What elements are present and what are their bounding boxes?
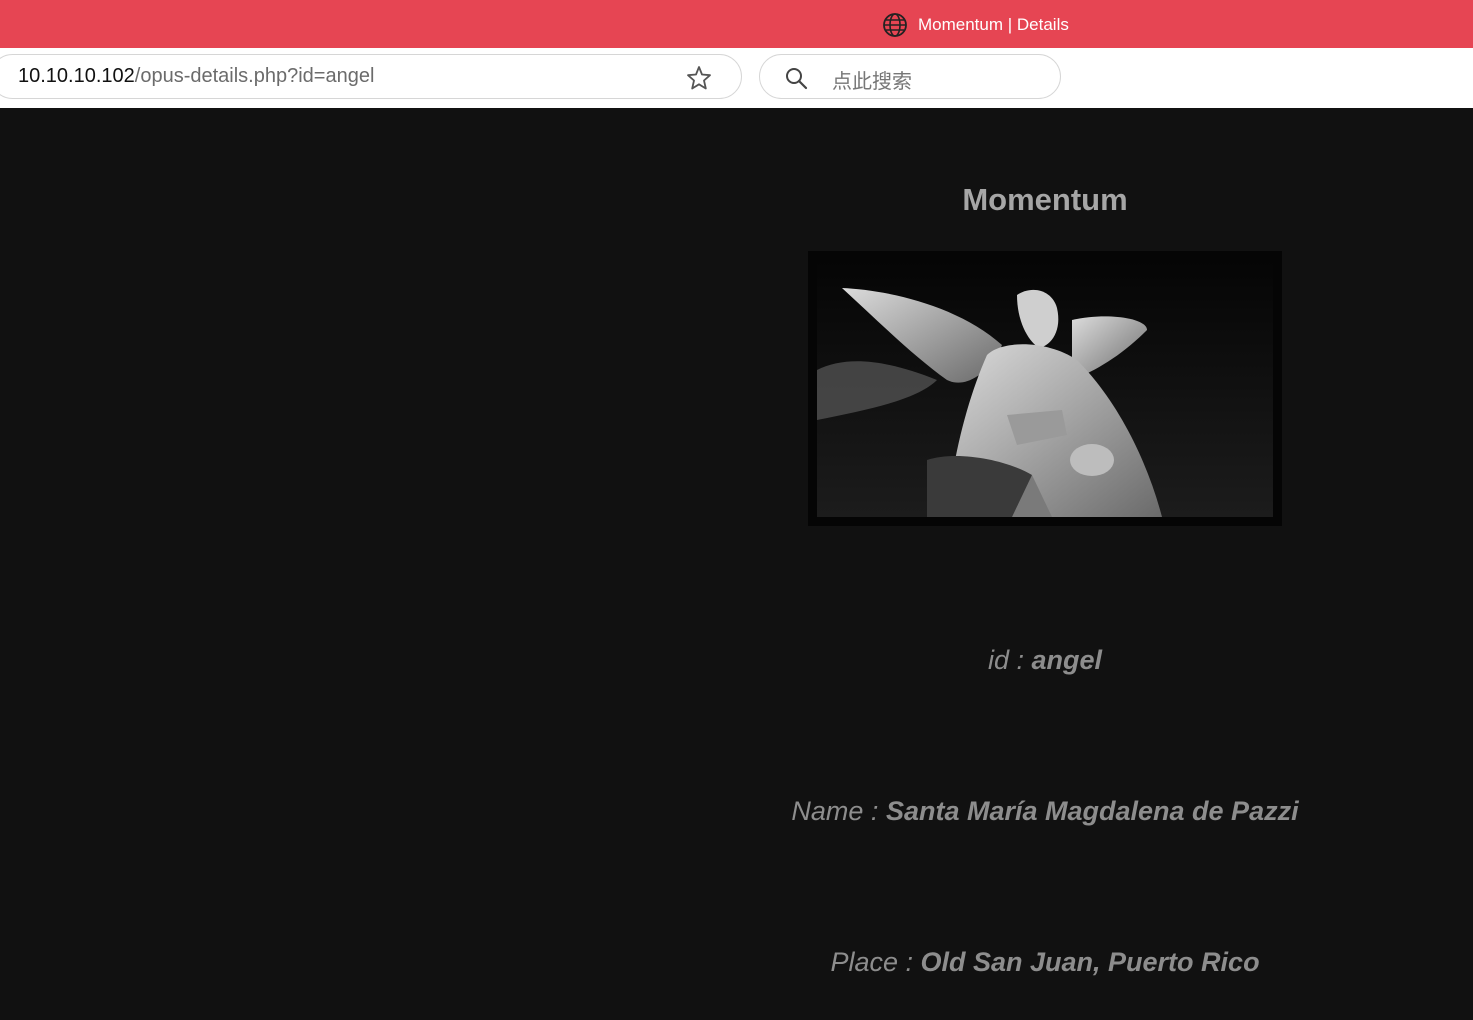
tab-title-text: Momentum | Details (918, 15, 1069, 34)
detail-id: id : angel (645, 645, 1445, 676)
search-box[interactable]: 点此搜索 (759, 54, 1061, 99)
place-value: Old San Juan, Puerto Rico (920, 947, 1260, 977)
globe-icon (883, 13, 907, 37)
page-content: Momentum id: angel Name: Santa María M… (0, 108, 1473, 1020)
name-label: Name : (791, 796, 879, 826)
browser-toolbar: 10.10.10.102/opus-details.php?id=angel 点… (0, 48, 1473, 146)
url-host: 10.10.10.102 (18, 65, 135, 87)
id-value: angel (1031, 645, 1103, 675)
search-icon (786, 68, 808, 90)
url-path: /opus-details.php?id=angel (134, 65, 375, 87)
place-label: Place : (830, 947, 913, 977)
address-bar[interactable]: 10.10.10.102/opus-details.php?id=angel (0, 54, 742, 99)
detail-place: Place : Old San Juan, Puerto Rico (645, 947, 1445, 978)
url-text[interactable]: 10.10.10.102/opus-details.php?id=angel (18, 65, 374, 88)
browser-title-bar: Momentum | Details (0, 0, 1473, 48)
browser-tab[interactable]: Momentum | Details (882, 11, 1069, 39)
search-placeholder: 点此搜索 (832, 69, 912, 93)
id-label: id : (987, 645, 1024, 675)
angel-statue-image (808, 251, 1282, 526)
name-value: Santa María Magdalena de Pazzi (885, 796, 1299, 826)
angel-statue-illustration (817, 260, 1273, 517)
bookmark-star-icon[interactable] (685, 64, 713, 92)
detail-name: Name : Santa María Magdalena de Pazzi (645, 796, 1445, 827)
page-title: Momentum (962, 182, 1128, 217)
